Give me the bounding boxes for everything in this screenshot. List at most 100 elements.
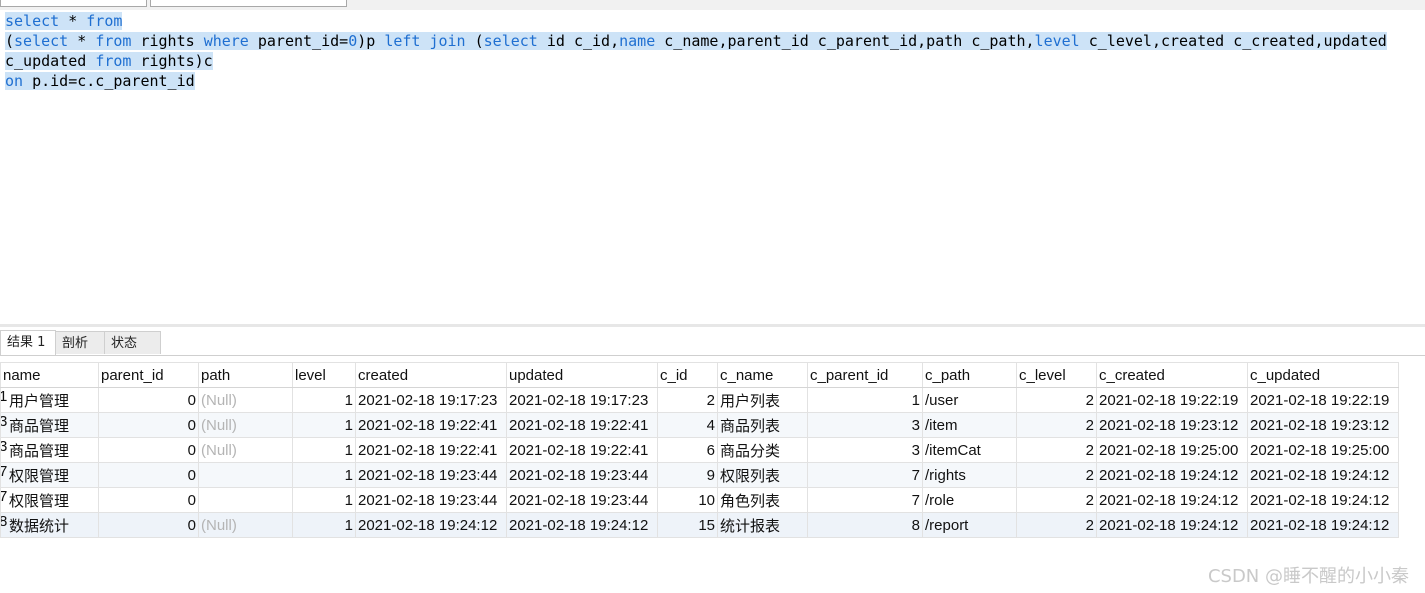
cell-parent-id[interactable]: 0 [98,437,199,463]
cell-c-created[interactable]: 2021-02-18 19:24:12 [1096,487,1248,513]
cell-c-level[interactable]: 2 [1016,487,1097,513]
cell-level[interactable]: 1 [292,437,356,463]
column-header-c-parent-id[interactable]: c_parent_id [807,362,923,388]
table-row[interactable]: 7权限管理0 12021-02-18 19:23:44 2021-02-18 19:… [0,487,1399,513]
cell-c-updated[interactable]: 2021-02-18 19:24:12 [1247,487,1399,513]
column-header-updated[interactable]: updated [506,362,658,388]
cell-c-path[interactable]: /itemCat [922,437,1017,463]
cell-c-id[interactable]: 6 [657,437,718,463]
cell-c-name[interactable]: 统计报表 [717,512,808,538]
cell-c-id[interactable]: 10 [657,487,718,513]
cell-c-name[interactable]: 角色列表 [717,487,808,513]
cell-c-parent-id[interactable]: 8 [807,512,923,538]
cell-c-level[interactable]: 2 [1016,512,1097,538]
cell-c-name[interactable]: 商品分类 [717,437,808,463]
cell-created[interactable]: 2021-02-18 19:24:12 [355,512,507,538]
cell-parent-id[interactable]: 0 [98,462,199,488]
cell-updated[interactable]: 2021-02-18 19:24:12 [506,512,658,538]
cell-parent-id[interactable]: 0 [98,512,199,538]
column-header-parent-id[interactable]: parent_id [98,362,199,388]
cell-c-created[interactable]: 2021-02-18 19:24:12 [1096,512,1248,538]
toolbar-field-right[interactable] [150,0,347,7]
cell-level[interactable]: 1 [292,462,356,488]
cell-created[interactable]: 2021-02-18 19:17:23 [355,387,507,413]
cell-c-created[interactable]: 2021-02-18 19:22:19 [1096,387,1248,413]
table-row[interactable]: 3商品管理0(Null)1 2021-02-18 19:22:41 2021-02-… [0,412,1399,438]
cell-updated[interactable]: 2021-02-18 19:23:44 [506,462,658,488]
table-row[interactable]: 7权限管理0 1 2021-02-18 19:23:44 2021-02-18 19:… [0,462,1399,488]
cell-path[interactable]: (Null) [198,412,293,438]
column-header-created[interactable]: created [355,362,507,388]
cell-c-level[interactable]: 2 [1016,437,1097,463]
cell-c-updated[interactable]: 2021-02-18 19:24:12 [1247,462,1399,488]
cell-c-name[interactable]: 权限列表 [717,462,808,488]
cell-c-created[interactable]: 2021-02-18 19:24:12 [1096,462,1248,488]
cell-updated[interactable]: 2021-02-18 19:22:41 [506,412,658,438]
cell-c-updated[interactable]: 2021-02-18 19:23:12 [1247,412,1399,438]
cell-c-created[interactable]: 2021-02-18 19:25:00 [1096,437,1248,463]
cell-updated[interactable]: 2021-02-18 19:22:41 [506,437,658,463]
cell-c-updated[interactable]: 2021-02-18 19:25:00 [1247,437,1399,463]
table-row[interactable]: 8数据统计0(Null)12021-02-18 19:24:122021-02-… [0,512,1399,538]
column-header-name[interactable]: name [0,362,99,388]
cell-c-level[interactable]: 2 [1016,387,1097,413]
cell-c-name[interactable]: 商品列表 [717,412,808,438]
cell-c-level[interactable]: 2 [1016,462,1097,488]
cell-name[interactable]: 3商品管理 [0,412,99,438]
cell-c-path[interactable]: /user [922,387,1017,413]
cell-path[interactable] [198,487,293,513]
column-header-c-id[interactable]: c_id [657,362,718,388]
cell-level[interactable]: 1 [292,387,356,413]
cell-c-parent-id[interactable]: 3 [807,437,923,463]
column-header-c-path[interactable]: c_path [922,362,1017,388]
cell-c-name[interactable]: 用户列表 [717,387,808,413]
cell-c-parent-id[interactable]: 1 [807,387,923,413]
column-header-c-updated[interactable]: c_updated [1247,362,1399,388]
tab-result-1[interactable]: 结果 1 [0,330,56,355]
cell-parent-id[interactable]: 0 [98,387,199,413]
cell-name[interactable]: 1用户管理 [0,387,99,413]
cell-name[interactable]: 7权限管理 [0,487,99,513]
toolbar-field-left[interactable] [0,0,147,7]
cell-c-path[interactable]: /role [922,487,1017,513]
tab-profile[interactable]: 剖析 [55,331,105,354]
cell-c-path[interactable]: /item [922,412,1017,438]
cell-level[interactable]: 1 [292,412,356,438]
cell-level[interactable]: 1 [292,512,356,538]
column-header-path[interactable]: path [198,362,293,388]
cell-created[interactable]: 2021-02-18 19:22:41 [355,437,507,463]
cell-c-id[interactable]: 9 [657,462,718,488]
column-header-c-created[interactable]: c_created [1096,362,1248,388]
table-row[interactable]: 1用户管理0(Null)12021-02-18 19:17:232021-02-… [0,387,1399,413]
column-header-c-name[interactable]: c_name [717,362,808,388]
result-grid[interactable]: name parent_id path level created updated c_id… [0,362,1399,538]
column-header-c-level[interactable]: c_level [1016,362,1097,388]
cell-path[interactable]: (Null) [198,437,293,463]
column-header-level[interactable]: level [292,362,356,388]
sql-code[interactable]: select * from (select * from rights where… [5,11,1387,91]
table-row[interactable]: 3商品管理0(Null)12021-02-18 19:22:412021-02-… [0,437,1399,463]
cell-c-updated[interactable]: 2021-02-18 19:24:12 [1247,512,1399,538]
cell-c-path[interactable]: /rights [922,462,1017,488]
cell-c-level[interactable]: 2 [1016,412,1097,438]
cell-c-path[interactable]: /report [922,512,1017,538]
cell-name[interactable]: 7权限管理 [0,462,99,488]
cell-updated[interactable]: 2021-02-18 19:17:23 [506,387,658,413]
cell-level[interactable]: 1 [292,487,356,513]
cell-name[interactable]: 8数据统计 [0,512,99,538]
tab-status[interactable]: 状态 [104,331,161,354]
cell-parent-id[interactable]: 0 [98,412,199,438]
result-table[interactable]: name parent_id path level created updated c_id… [0,362,1399,538]
cell-c-id[interactable]: 4 [657,412,718,438]
cell-created[interactable]: 2021-02-18 19:23:44 [355,487,507,513]
sql-editor[interactable]: select * from (select * from rights where… [0,10,1425,325]
cell-name[interactable]: 3商品管理 [0,437,99,463]
cell-c-parent-id[interactable]: 7 [807,487,923,513]
cell-c-parent-id[interactable]: 7 [807,462,923,488]
cell-c-parent-id[interactable]: 3 [807,412,923,438]
cell-c-id[interactable]: 15 [657,512,718,538]
cell-parent-id[interactable]: 0 [98,487,199,513]
cell-path[interactable] [198,462,293,488]
cell-path[interactable]: (Null) [198,387,293,413]
cell-c-created[interactable]: 2021-02-18 19:23:12 [1096,412,1248,438]
